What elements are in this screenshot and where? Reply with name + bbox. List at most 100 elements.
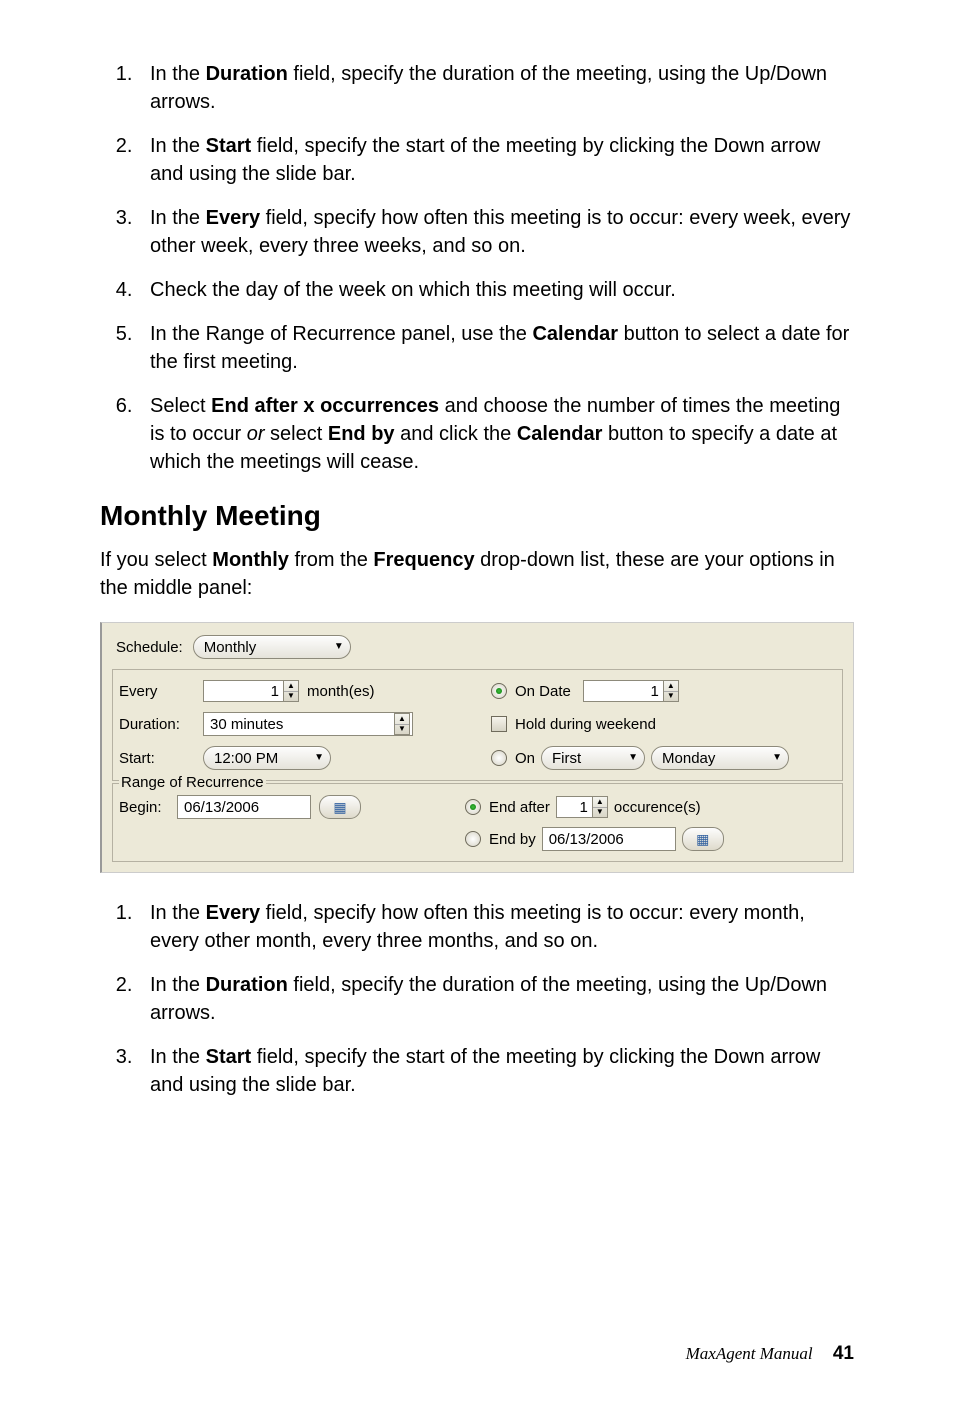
spinner-buttons[interactable]: ▲▼ bbox=[283, 680, 299, 702]
text: select bbox=[265, 423, 328, 445]
arrow-up-icon[interactable]: ▲ bbox=[395, 714, 409, 725]
monthly-steps-list: In the Every field, specify how often th… bbox=[100, 899, 854, 1099]
field-name: Frequency bbox=[373, 549, 474, 571]
text: Select bbox=[150, 395, 211, 417]
end-after-spinner[interactable]: 1 ▲▼ bbox=[556, 796, 608, 818]
combo-value: 12:00 PM bbox=[214, 750, 278, 767]
field-name: Calendar bbox=[517, 423, 603, 445]
field-value: 06/13/2006 bbox=[549, 831, 624, 848]
page-number: 41 bbox=[833, 1343, 854, 1364]
spinner-value: 1 bbox=[203, 680, 283, 702]
end-after-label: End after bbox=[489, 799, 550, 816]
arrow-up-icon[interactable]: ▲ bbox=[664, 681, 678, 692]
text: Check the day of the week on which this … bbox=[150, 279, 676, 301]
duration-value: 30 minutes bbox=[210, 716, 283, 733]
text-italic: or bbox=[247, 423, 265, 445]
step-1: In the Duration field, specify the durat… bbox=[138, 60, 854, 116]
schedule-label: Schedule: bbox=[116, 639, 183, 656]
arrow-up-icon[interactable]: ▲ bbox=[284, 681, 298, 692]
field-name: End by bbox=[328, 423, 395, 445]
hold-weekend-label: Hold during weekend bbox=[515, 716, 656, 733]
text: In the Range of Recurrence panel, use th… bbox=[150, 323, 532, 345]
field-name: End after x occurrences bbox=[211, 395, 439, 417]
text: In the bbox=[150, 902, 206, 924]
field-name: Start bbox=[206, 135, 252, 157]
spinner-value: 1 bbox=[556, 796, 592, 818]
every-label: Every bbox=[119, 683, 203, 700]
arrow-down-icon[interactable]: ▼ bbox=[664, 692, 678, 702]
text: If you select bbox=[100, 549, 212, 571]
end-after-radio[interactable] bbox=[465, 799, 481, 815]
page-footer: MaxAgent Manual 41 bbox=[686, 1343, 854, 1365]
field-name: Every bbox=[206, 902, 261, 924]
calendar-icon: ▦ bbox=[333, 799, 346, 816]
schedule-combo[interactable]: Monthly ▼ bbox=[193, 635, 351, 659]
hold-weekend-checkbox[interactable] bbox=[491, 716, 507, 732]
calendar-icon: ▦ bbox=[696, 831, 709, 848]
step-2: In the Start field, specify the start of… bbox=[138, 132, 854, 188]
begin-date-field[interactable]: 06/13/2006 bbox=[177, 795, 311, 819]
day-combo[interactable]: Monday ▼ bbox=[651, 746, 789, 770]
text: field, specify the start of the meeting … bbox=[150, 135, 820, 185]
end-by-radio[interactable] bbox=[465, 831, 481, 847]
intro-paragraph: If you select Monthly from the Frequency… bbox=[100, 546, 854, 602]
arrow-down-icon[interactable]: ▼ bbox=[593, 808, 607, 818]
spinner-buttons[interactable]: ▲▼ bbox=[394, 713, 410, 735]
step-1: In the Every field, specify how often th… bbox=[138, 899, 854, 955]
text: and click the bbox=[395, 423, 517, 445]
combo-value: First bbox=[552, 750, 581, 767]
text: from the bbox=[289, 549, 373, 571]
arrow-down-icon[interactable]: ▼ bbox=[395, 725, 409, 735]
every-spinner[interactable]: 1 ▲▼ bbox=[203, 680, 299, 702]
weekly-steps-list: In the Duration field, specify the durat… bbox=[100, 60, 854, 476]
ordinal-combo[interactable]: First ▼ bbox=[541, 746, 645, 770]
spinner-buttons[interactable]: ▲▼ bbox=[663, 680, 679, 702]
arrow-up-icon[interactable]: ▲ bbox=[593, 797, 607, 808]
step-3: In the Every field, specify how often th… bbox=[138, 204, 854, 260]
start-combo[interactable]: 12:00 PM ▼ bbox=[203, 746, 331, 770]
chevron-down-icon: ▼ bbox=[314, 753, 324, 763]
arrow-down-icon[interactable]: ▼ bbox=[284, 692, 298, 702]
end-by-date-field[interactable]: 06/13/2006 bbox=[542, 827, 676, 851]
field-value: 06/13/2006 bbox=[184, 799, 259, 816]
field-name: Every bbox=[206, 207, 261, 229]
text: In the bbox=[150, 1046, 206, 1068]
combo-value: Monthly bbox=[204, 639, 257, 656]
duration-field[interactable]: 30 minutes ▲▼ bbox=[203, 712, 413, 736]
on-date-spinner[interactable]: 1 ▲▼ bbox=[583, 680, 679, 702]
step-3: In the Start field, specify the start of… bbox=[138, 1043, 854, 1099]
range-of-recurrence: Range of Recurrence Begin: 06/13/2006 ▦ bbox=[112, 783, 843, 862]
step-4: Check the day of the week on which this … bbox=[138, 276, 854, 304]
on-date-radio[interactable] bbox=[491, 683, 507, 699]
footer-title: MaxAgent Manual bbox=[686, 1344, 813, 1363]
end-after-unit: occurence(s) bbox=[614, 799, 701, 816]
step-5: In the Range of Recurrence panel, use th… bbox=[138, 320, 854, 376]
end-by-calendar-button[interactable]: ▦ bbox=[682, 827, 724, 851]
field-name: Calendar bbox=[532, 323, 618, 345]
text: In the bbox=[150, 974, 206, 996]
begin-label: Begin: bbox=[119, 799, 177, 816]
field-name: Monthly bbox=[212, 549, 289, 571]
duration-label: Duration: bbox=[119, 716, 203, 733]
chevron-down-icon: ▼ bbox=[334, 642, 344, 652]
on-date-label: On Date bbox=[515, 683, 571, 700]
begin-calendar-button[interactable]: ▦ bbox=[319, 795, 361, 819]
every-unit: month(es) bbox=[307, 683, 375, 700]
end-by-label: End by bbox=[489, 831, 536, 848]
spinner-value: 1 bbox=[583, 680, 663, 702]
on-label: On bbox=[515, 750, 535, 767]
frequency-grid: Every 1 ▲▼ month(es) On Date 1 ▲▼ bbox=[112, 669, 843, 781]
spinner-buttons[interactable]: ▲▼ bbox=[592, 796, 608, 818]
field-name: Duration bbox=[206, 63, 288, 85]
text: In the bbox=[150, 207, 206, 229]
range-title: Range of Recurrence bbox=[119, 774, 266, 791]
text: In the bbox=[150, 135, 206, 157]
text: field, specify the start of the meeting … bbox=[150, 1046, 820, 1096]
combo-value: Monday bbox=[662, 750, 715, 767]
step-6: Select End after x occurrences and choos… bbox=[138, 392, 854, 476]
on-radio[interactable] bbox=[491, 750, 507, 766]
step-2: In the Duration field, specify the durat… bbox=[138, 971, 854, 1027]
field-name: Duration bbox=[206, 974, 288, 996]
chevron-down-icon: ▼ bbox=[772, 753, 782, 763]
text: In the bbox=[150, 63, 206, 85]
